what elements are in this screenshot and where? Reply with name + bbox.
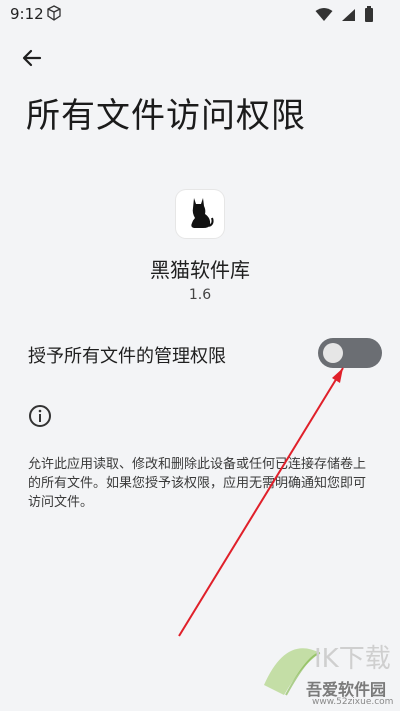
cube-icon — [46, 5, 62, 25]
status-bar: 9:12 — [0, 0, 400, 28]
permission-label: 授予所有文件的管理权限 — [28, 346, 226, 367]
arrow-left-icon — [18, 49, 46, 76]
all-files-access-toggle[interactable] — [318, 338, 382, 368]
black-cat-icon — [185, 194, 215, 234]
svg-text:ӀK下载: ӀK下载 — [314, 644, 391, 674]
wifi-icon — [315, 7, 333, 26]
permission-description: 允许此应用读取、修改和删除此设备或任何已连接存储卷上的所有文件。如果您授予该权限… — [28, 457, 367, 510]
status-time: 9:12 — [10, 5, 44, 23]
info-icon — [28, 404, 52, 428]
permission-row[interactable]: 授予所有文件的管理权限 — [0, 330, 400, 376]
status-icons — [315, 6, 374, 26]
app-name: 黑猫软件库 — [150, 258, 250, 282]
battery-icon — [364, 6, 374, 26]
app-version: 1.6 — [188, 287, 212, 303]
page-title: 所有文件访问权限 — [26, 96, 306, 136]
watermark-url: www.52zixue.com — [312, 697, 394, 707]
signal-icon — [341, 7, 356, 26]
app-icon — [176, 190, 224, 238]
back-button[interactable] — [18, 44, 46, 72]
toggle-knob — [323, 343, 343, 363]
